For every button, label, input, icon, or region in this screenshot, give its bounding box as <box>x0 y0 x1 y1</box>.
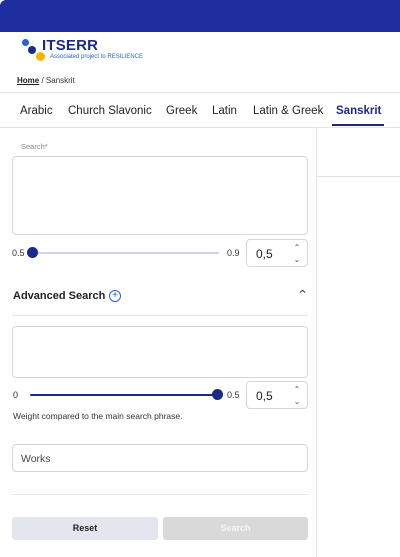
tab-latin[interactable]: Latin <box>212 105 237 117</box>
breadcrumb: Home / Sanskrit <box>17 76 75 85</box>
panel-divider <box>316 128 317 557</box>
active-tab-indicator <box>332 124 384 126</box>
advanced-textarea[interactable] <box>12 326 308 378</box>
tabs-divider <box>0 127 400 128</box>
plus-circle-icon[interactable]: + <box>109 290 121 302</box>
stepper-arrows: ⌃ ⌄ <box>290 384 304 408</box>
search-button[interactable]: Search <box>163 517 308 540</box>
advanced-divider <box>12 315 308 316</box>
weight-stepper[interactable]: 0,5 ⌃ ⌄ <box>246 381 308 409</box>
slider-thumb[interactable] <box>27 247 38 258</box>
tab-arabic[interactable]: Arabic <box>20 105 53 117</box>
slider-thumb[interactable] <box>212 389 223 400</box>
search-slider-min-label: 0.5 <box>12 248 25 258</box>
weight-slider-max-label: 0.5 <box>227 390 240 400</box>
search-label: Search* <box>21 142 48 151</box>
search-threshold-slider[interactable] <box>27 247 219 259</box>
weight-note: Weight compared to the main search phras… <box>13 411 183 421</box>
logo-tagline: Associated project to RESILIENCE <box>50 54 144 60</box>
search-threshold-stepper[interactable]: 0,5 ⌃ ⌄ <box>246 239 308 267</box>
tab-greek[interactable]: Greek <box>166 105 197 117</box>
stepper-up-icon[interactable]: ⌃ <box>290 384 304 396</box>
slider-track <box>30 394 223 396</box>
language-tabs: Arabic Church Slavonic Greek Latin Latin… <box>0 96 400 126</box>
results-panel-divider <box>317 176 400 177</box>
stepper-arrows: ⌃ ⌄ <box>290 242 304 266</box>
slider-track <box>27 252 219 254</box>
stepper-value: 0,5 <box>256 247 273 261</box>
stepper-down-icon[interactable]: ⌄ <box>290 396 304 408</box>
top-bar <box>0 0 400 32</box>
search-textarea[interactable] <box>12 156 308 235</box>
logo-brand: ITSERR <box>42 37 99 54</box>
stepper-value: 0,5 <box>256 389 273 403</box>
advanced-search-title[interactable]: Advanced Search <box>13 290 105 302</box>
form-divider <box>12 494 308 495</box>
tab-latin-greek[interactable]: Latin & Greek <box>253 105 323 117</box>
tab-church-slavonic[interactable]: Church Slavonic <box>68 105 152 117</box>
logo-dot-blue <box>22 39 29 46</box>
works-field[interactable]: Works <box>12 444 308 472</box>
tab-sanskrit[interactable]: Sanskrit <box>336 105 381 117</box>
itserr-logo[interactable]: ITSERR Associated project to RESILIENCE <box>22 37 172 63</box>
breadcrumb-home-link[interactable]: Home <box>17 76 39 85</box>
breadcrumb-current: Sanskrit <box>45 76 75 85</box>
weight-slider-min-label: 0 <box>13 390 19 400</box>
breadcrumb-separator: / <box>39 76 46 85</box>
logo-dot-navy <box>28 46 36 54</box>
weight-slider[interactable] <box>30 389 223 401</box>
search-slider-max-label: 0.9 <box>227 248 240 258</box>
reset-button[interactable]: Reset <box>12 517 158 540</box>
stepper-down-icon[interactable]: ⌄ <box>290 254 304 266</box>
chevron-up-icon[interactable]: ⌃ <box>297 288 309 301</box>
stepper-up-icon[interactable]: ⌃ <box>290 242 304 254</box>
header-divider <box>0 92 400 93</box>
